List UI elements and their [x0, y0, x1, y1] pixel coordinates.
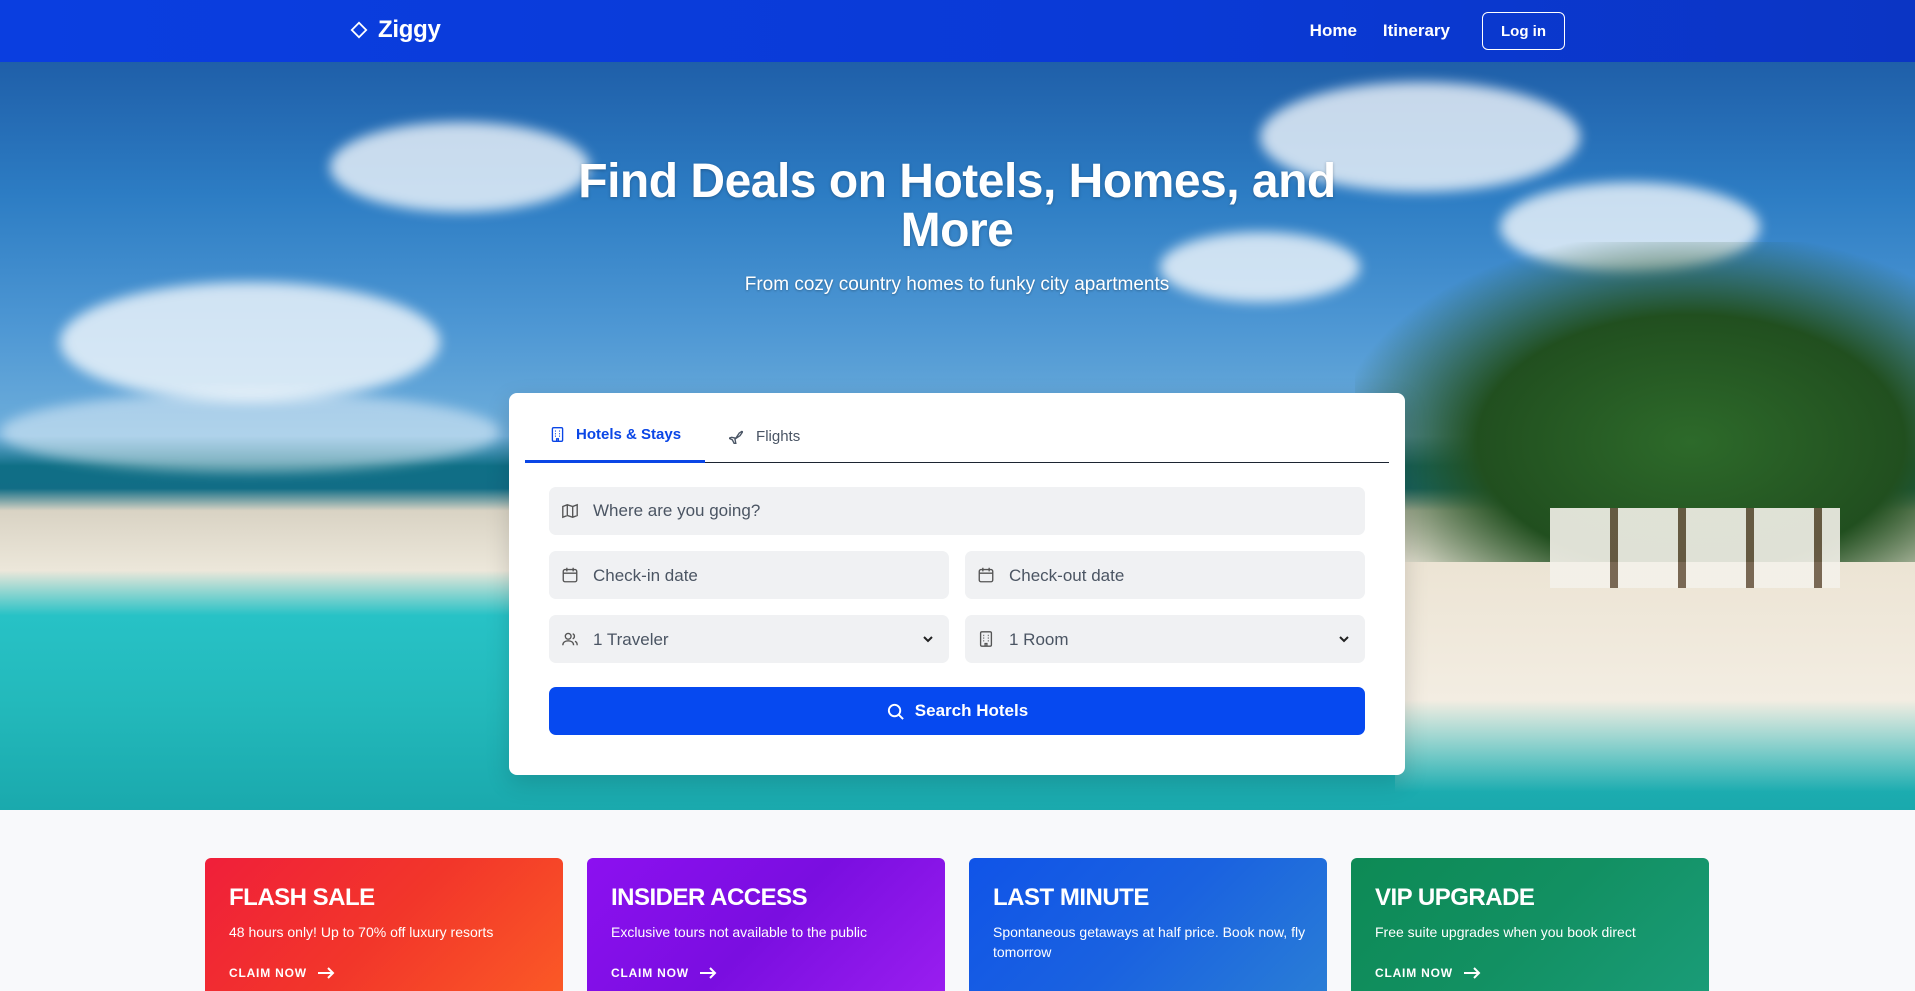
checkout-placeholder: Check-out date: [1009, 566, 1125, 585]
promo-card-vip-upgrade[interactable]: VIP UPGRADE Free suite upgrades when you…: [1351, 858, 1709, 991]
promo-claim-link[interactable]: CLAIM NOW: [611, 966, 717, 980]
login-button[interactable]: Log in: [1482, 12, 1565, 50]
tab-hotels-stays-label: Hotels & Stays: [576, 426, 682, 443]
checkout-field[interactable]: Check-out date: [965, 551, 1365, 599]
map-icon: [562, 503, 578, 519]
rooms-value: 1 Room: [1009, 630, 1069, 649]
promo-card-last-minute[interactable]: LAST MINUTE Spontaneous getaways at half…: [969, 858, 1327, 991]
checkin-placeholder: Check-in date: [593, 566, 698, 585]
tab-hotels-stays[interactable]: Hotels & Stays: [525, 409, 706, 463]
search-hotels-button[interactable]: Search Hotels: [549, 687, 1365, 735]
promo-card-flash-sale[interactable]: FLASH SALE 48 hours only! Up to 70% off …: [205, 858, 563, 991]
promo-claim-link[interactable]: CLAIM NOW: [1375, 966, 1481, 980]
promo-title: INSIDER ACCESS: [611, 884, 808, 911]
promo-title: LAST MINUTE: [993, 884, 1149, 911]
promo-cta-label: CLAIM NOW: [229, 966, 307, 980]
building-icon: [551, 427, 564, 442]
calendar-icon: [978, 567, 994, 583]
promo-cta-label: CLAIM NOW: [611, 966, 689, 980]
nav-itinerary-link[interactable]: Itinerary: [1383, 21, 1450, 41]
promo-description: 48 hours only! Up to 70% off luxury reso…: [229, 924, 494, 940]
hero-title: Find Deals on Hotels, Homes, and More: [578, 155, 1336, 257]
promo-cta-label: CLAIM NOW: [1375, 966, 1453, 980]
tab-flights[interactable]: Flights: [705, 409, 824, 463]
checkin-field[interactable]: Check-in date: [549, 551, 949, 599]
chevron-down-icon: [923, 636, 933, 643]
search-tabs: Hotels & Stays Flights: [525, 409, 1389, 463]
chevron-down-icon: [1339, 636, 1349, 643]
promo-card-insider-access[interactable]: INSIDER ACCESS Exclusive tours not avail…: [587, 858, 945, 991]
travelers-value: 1 Traveler: [593, 630, 669, 649]
hero-banner: Find Deals on Hotels, Homes, and More Fr…: [0, 62, 1915, 810]
diamond-icon: [350, 21, 368, 39]
brand-logo[interactable]: Ziggy: [350, 16, 441, 44]
tab-flights-label: Flights: [756, 427, 801, 445]
destination-field[interactable]: [549, 487, 1365, 535]
promo-title: VIP UPGRADE: [1375, 884, 1535, 911]
hero-subtitle: From cozy country homes to funky city ap…: [744, 274, 1170, 295]
plane-icon: [729, 430, 744, 444]
arrow-right-icon: [699, 967, 717, 979]
destination-input[interactable]: [593, 499, 1328, 523]
promo-description: Spontaneous getaways at half price. Book…: [993, 924, 1306, 960]
promo-title: FLASH SALE: [229, 884, 375, 911]
search-card: Hotels & Stays Flights Check-in date: [509, 393, 1405, 775]
users-icon: [562, 632, 578, 646]
hero-background-cloud: [60, 282, 440, 402]
arrow-right-icon: [317, 967, 335, 979]
calendar-icon: [562, 567, 578, 583]
hero-background-sand: [1395, 562, 1915, 792]
rooms-select[interactable]: 1 Room: [965, 615, 1365, 663]
nav-home-link[interactable]: Home: [1310, 21, 1357, 41]
top-navbar: Ziggy Home Itinerary Log in: [0, 0, 1915, 62]
nav-links: Home Itinerary Log in: [1310, 12, 1565, 50]
search-icon: [887, 703, 904, 720]
promo-description: Free suite upgrades when you book direct: [1375, 924, 1636, 940]
search-hotels-label: Search Hotels: [914, 701, 1029, 720]
promo-claim-link[interactable]: CLAIM NOW: [229, 966, 335, 980]
hero-background-cloud: [330, 122, 590, 212]
arrow-right-icon: [1463, 967, 1481, 979]
promo-description: Exclusive tours not available to the pub…: [611, 924, 868, 940]
hero-background-cloud: [0, 392, 500, 472]
building-icon: [979, 631, 993, 647]
hero-background-cabanas: [1550, 508, 1840, 588]
travelers-select[interactable]: 1 Traveler: [549, 615, 949, 663]
brand-name: Ziggy: [378, 16, 441, 43]
